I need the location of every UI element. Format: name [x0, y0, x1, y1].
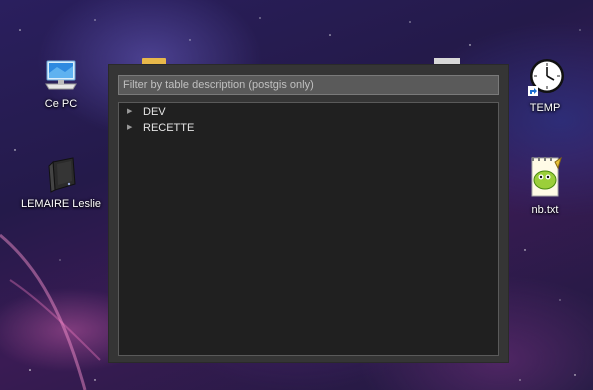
- tree-item-label: DEV: [143, 106, 166, 118]
- connection-tree[interactable]: ▶ DEV ▶ RECETTE: [118, 102, 499, 356]
- clock-icon: [528, 59, 564, 96]
- expand-arrow-icon[interactable]: ▶: [127, 120, 139, 136]
- tree-item-label: RECETTE: [143, 122, 195, 134]
- expand-arrow-icon[interactable]: ▶: [127, 104, 139, 120]
- tree-item-recette[interactable]: ▶ RECETTE: [119, 120, 498, 136]
- desktop-icon-label: LEMAIRE Leslie: [20, 198, 102, 210]
- hard-drive-icon: [48, 157, 76, 193]
- table-browser-dialog: ▶ DEV ▶ RECETTE: [108, 64, 509, 363]
- tree-item-dev[interactable]: ▶ DEV: [119, 104, 498, 120]
- desktop-icon-ce-pc[interactable]: Ce PC: [6, 58, 116, 110]
- desktop-icon-label: Ce PC: [44, 98, 78, 110]
- computer-icon: [45, 60, 77, 90]
- desktop-icon-lemaire-leslie[interactable]: LEMAIRE Leslie: [6, 156, 116, 210]
- notepad-plus-plus-icon: [531, 156, 562, 197]
- table-filter-input[interactable]: [118, 75, 499, 95]
